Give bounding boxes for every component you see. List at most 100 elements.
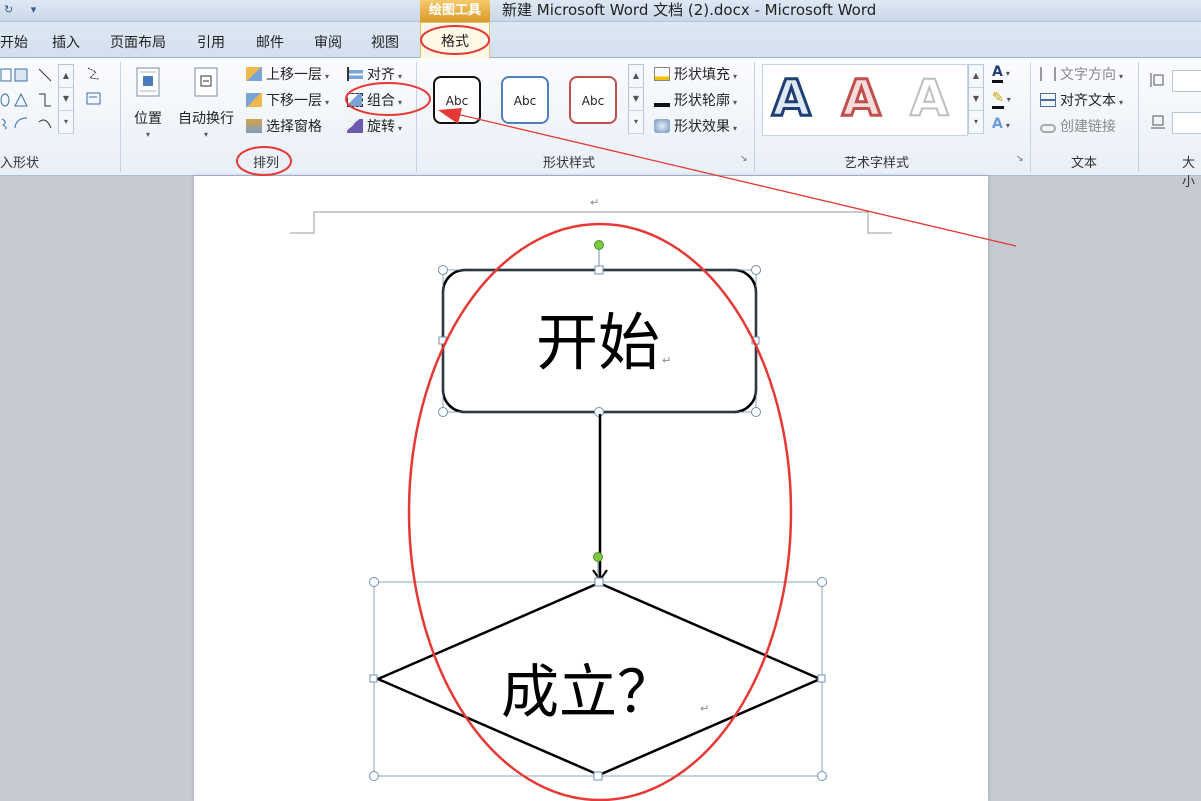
shape-fill-button[interactable]: 形状填充 ▾ (654, 64, 737, 84)
chevron-down-icon: ▾ (1119, 98, 1124, 107)
chevron-down-icon: ▾ (325, 98, 330, 107)
rotate-button[interactable]: 旋转 ▾ (347, 116, 402, 136)
arc-icon[interactable] (14, 116, 28, 130)
resize-handle[interactable] (751, 407, 761, 417)
tab-page-layout[interactable]: 页面布局 (110, 32, 166, 52)
shape-outline-button[interactable]: 形状轮廓 ▾ (654, 90, 737, 110)
send-backward-label: 下移一层 (266, 93, 322, 109)
wrap-text-button[interactable]: 自动换行 ▾ (178, 66, 238, 139)
selection-pane-button[interactable]: 选择窗格 (246, 116, 322, 136)
resize-handle[interactable] (438, 407, 448, 417)
align-button[interactable]: 对齐 ▾ (347, 64, 402, 84)
resize-handle[interactable] (594, 265, 604, 275)
group-separator (754, 62, 755, 172)
shape-effects-button[interactable]: 形状效果 ▾ (654, 116, 737, 136)
dialog-launcher-icon[interactable]: ↘ (1016, 154, 1024, 164)
wordart-sample-white[interactable]: A (909, 68, 950, 128)
shape-outline-label: 形状轮廓 (674, 93, 730, 109)
text-box-draw-icon[interactable] (86, 92, 110, 106)
rotate-icon (347, 119, 363, 133)
create-link-button[interactable]: 创建链接 (1040, 116, 1116, 136)
align-text-icon (1040, 93, 1056, 107)
shape-fill-label: 形状填充 (674, 67, 730, 83)
paragraph-mark: ↵ (662, 354, 671, 367)
rotation-handle[interactable] (594, 240, 604, 250)
size-group-label: 大小 (1182, 156, 1196, 190)
tab-mailings[interactable]: 邮件 (256, 32, 284, 52)
resize-handle[interactable] (593, 771, 603, 781)
tab-view[interactable]: 视图 (371, 32, 399, 52)
arrange-group-label: 排列 (253, 156, 280, 171)
text-direction-icon (1040, 67, 1056, 81)
oval-icon[interactable] (0, 93, 14, 107)
resize-handle[interactable] (817, 771, 827, 781)
start-shape-text[interactable]: 开始 (536, 306, 660, 379)
contextual-tab-group-label: 绘图工具 (420, 0, 490, 22)
tab-format[interactable]: 格式 (420, 22, 490, 58)
bring-forward-button[interactable]: 上移一层 ▾ (246, 64, 329, 84)
chevron-down-icon: ▾ (1005, 121, 1010, 130)
group-button[interactable]: 组合 ▾ (347, 90, 402, 110)
chevron-down-icon: ▾ (398, 72, 403, 81)
elbow-connector-icon[interactable] (38, 93, 52, 107)
shapes-gallery-scroll[interactable]: ▲ ▼ ▾ (58, 64, 74, 134)
width-icon (1150, 114, 1166, 134)
text-outline-button[interactable]: ✎ ▾ (992, 90, 1011, 109)
shape-style-preset-2[interactable]: Abc (501, 76, 549, 124)
chevron-down-icon: ▾ (325, 72, 330, 81)
tab-review[interactable]: 审阅 (314, 32, 342, 52)
text-group-label: 文本 (1071, 156, 1098, 171)
resize-handle[interactable] (369, 577, 379, 587)
decision-shape-text[interactable]: 成立？ (501, 658, 675, 726)
text-outline-icon: ✎ (992, 90, 1004, 109)
align-text-button[interactable]: 对齐文本 ▾ (1040, 90, 1123, 110)
resize-handle[interactable] (817, 577, 827, 587)
tab-references[interactable]: 引用 (197, 32, 225, 52)
dialog-launcher-icon[interactable]: ↘ (740, 154, 748, 164)
line-icon[interactable] (38, 68, 52, 82)
text-fill-button[interactable]: A ▾ (992, 64, 1010, 83)
text-effects-button[interactable]: A ▾ (992, 116, 1010, 132)
resize-handle[interactable] (369, 674, 378, 683)
text-direction-label: 文字方向 (1060, 67, 1116, 83)
edit-shape-icon[interactable] (86, 66, 110, 80)
curve-icon[interactable] (38, 116, 52, 130)
rotation-handle[interactable] (593, 552, 603, 562)
quick-access-toolbar[interactable]: ↻ ▾ (4, 3, 36, 16)
freeform-icon[interactable] (0, 116, 14, 130)
resize-handle[interactable] (594, 577, 604, 587)
rotate-label: 旋转 (367, 119, 395, 135)
wordart-sample-red[interactable]: A (841, 68, 883, 129)
chevron-down-icon: ▾ (1005, 69, 1010, 78)
resize-handle[interactable] (817, 674, 826, 683)
resize-handle[interactable] (438, 265, 448, 275)
resize-handle[interactable] (751, 265, 761, 275)
create-link-label: 创建链接 (1060, 119, 1116, 135)
chevron-down-icon: ▾ (398, 98, 403, 107)
wordart-gallery-scroll[interactable]: ▲ ▼ ▾ (968, 64, 984, 134)
group-separator (416, 62, 417, 172)
wordart-sample-blue[interactable]: A (771, 68, 813, 129)
shape-height-input[interactable] (1172, 70, 1201, 92)
chevron-down-icon[interactable]: ▾ (31, 3, 37, 16)
tab-home[interactable]: 开始 (0, 32, 28, 52)
position-button[interactable]: 位置 ▾ (134, 66, 164, 139)
resize-handle[interactable] (369, 771, 379, 781)
text-box-icon[interactable] (0, 68, 14, 82)
pen-outline-icon (654, 93, 670, 107)
text-direction-button[interactable]: 文字方向 ▾ (1040, 64, 1123, 84)
send-backward-icon (246, 93, 262, 107)
chevron-down-icon: ▾ (733, 124, 738, 133)
group-label: 组合 (367, 93, 395, 109)
shape-style-preset-3[interactable]: Abc (569, 76, 617, 124)
send-backward-button[interactable]: 下移一层 ▾ (246, 90, 329, 110)
group-separator (1030, 62, 1031, 172)
triangle-icon[interactable] (14, 93, 28, 107)
paint-bucket-icon (654, 67, 670, 81)
tab-insert[interactable]: 插入 (52, 32, 80, 52)
word-logo-icon[interactable]: ↻ (4, 3, 13, 16)
position-label: 位置 (134, 111, 162, 127)
shape-styles-scroll[interactable]: ▲ ▼ ▾ (628, 64, 644, 134)
text-box-alt-icon[interactable] (14, 68, 28, 82)
shape-width-input[interactable] (1172, 112, 1201, 134)
